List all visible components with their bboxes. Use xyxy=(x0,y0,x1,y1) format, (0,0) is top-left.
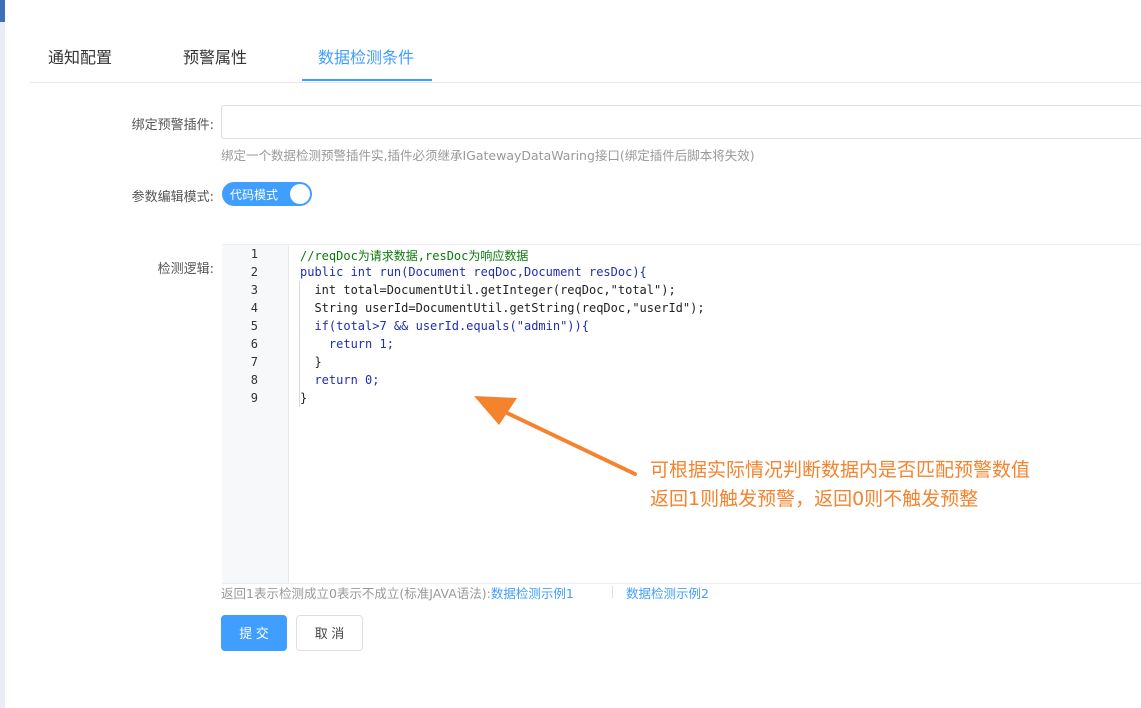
example-link-2[interactable]: 数据检测示例2 xyxy=(626,586,709,601)
footer-description: 返回1表示检测成立0表示不成立(标准JAVA语法): xyxy=(221,586,491,601)
link-separator xyxy=(612,586,613,598)
cancel-button[interactable]: 取 消 xyxy=(296,615,363,651)
annotation-line-2: 返回1则触发预警，返回0则不触发预整 xyxy=(650,488,979,510)
footer-links: 返回1表示检测成立0表示不成立(标准JAVA语法):数据检测示例1 xyxy=(221,583,574,602)
annotation-line-1: 可根据实际情况判断数据内是否匹配预警数值 xyxy=(650,459,1031,481)
example-link-1[interactable]: 数据检测示例1 xyxy=(491,586,574,601)
submit-button[interactable]: 提 交 xyxy=(221,615,287,651)
footer-link-2-wrap: 数据检测示例2 xyxy=(626,583,709,602)
